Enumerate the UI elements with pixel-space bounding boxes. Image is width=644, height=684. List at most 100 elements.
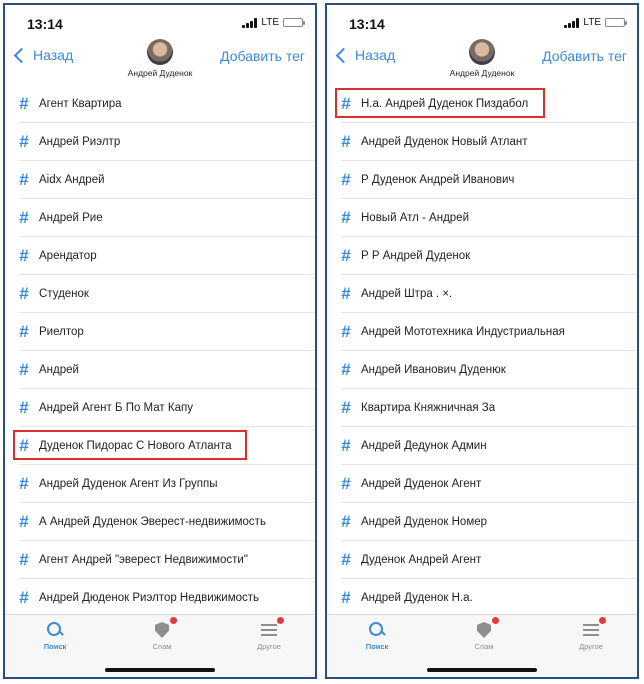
tag-row[interactable]: # Квартира Княжничная За [327, 389, 637, 427]
tag-row[interactable]: # Андрей Дуденок Новый Атлант [327, 123, 637, 161]
tag-label: Андрей Дюденок Риэлтор Недвижимость [39, 592, 260, 604]
hashtag-icon: # [19, 360, 29, 379]
tag-label: Андрей [39, 364, 79, 376]
hashtag-icon: # [19, 284, 29, 303]
tag-label: Андрей Дедунок Админ [361, 440, 487, 452]
add-tag-button[interactable]: Добавить тег [220, 48, 305, 64]
tab-label: Спам [152, 642, 172, 651]
tag-label: Андрей Иванович Дуденюк [361, 364, 506, 376]
status-time: 13:14 [349, 16, 385, 32]
tag-label: Агент Квартира [39, 98, 122, 110]
hashtag-icon: # [341, 588, 351, 607]
add-tag-button[interactable]: Добавить тег [542, 48, 627, 64]
avatar[interactable] [147, 39, 173, 65]
tag-label: Р Р Андрей Дуденок [361, 250, 471, 262]
hashtag-icon: # [19, 322, 29, 341]
tag-row[interactable]: # Андрей Иванович Дуденюк [327, 351, 637, 389]
hashtag-icon: # [19, 512, 29, 531]
tag-row[interactable]: # Aidx Андрей [5, 161, 315, 199]
menu-icon [260, 617, 284, 639]
tag-row-highlighted[interactable]: # Н.а. Андрей Дуденок Пиздабол [327, 85, 637, 123]
tab-spam[interactable]: Спам [454, 617, 514, 651]
tag-row[interactable]: # Андрей Мототехника Индустриальная [327, 313, 637, 351]
tag-row-highlighted[interactable]: # Дуденок Пидорас С Нового Атланта [5, 427, 315, 465]
status-bar: 13:14 LTE [5, 5, 315, 39]
tag-row[interactable]: # Агент Андрей "эверест Недвижимости" [5, 541, 315, 579]
signal-icon [564, 17, 580, 28]
tag-row[interactable]: # Андрей Дюденок Риэлтор Недвижимость [5, 579, 315, 617]
hashtag-icon: # [341, 132, 351, 151]
tab-label: Поиск [365, 642, 389, 651]
tag-row[interactable]: # Арендатор [5, 237, 315, 275]
tab-label: Спам [474, 642, 494, 651]
hashtag-icon: # [341, 322, 351, 341]
tab-other[interactable]: Другое [561, 617, 621, 651]
hashtag-icon: # [341, 474, 351, 493]
hashtag-icon: # [341, 436, 351, 455]
network-label: LTE [261, 17, 279, 28]
battery-icon [283, 18, 305, 27]
hashtag-icon: # [19, 170, 29, 189]
tag-label: Андрей Агент Б По Мат Капу [39, 402, 193, 414]
tab-label: Поиск [43, 642, 67, 651]
tag-label: Дуденок Андрей Агент [361, 554, 482, 566]
tag-label: А Андрей Дуденок Эверест-недвижимость [39, 516, 266, 528]
hashtag-icon: # [341, 512, 351, 531]
hashtag-icon: # [19, 398, 29, 417]
tag-label: Р Дуденок Андрей Иванович [361, 174, 515, 186]
tag-row[interactable]: # Андрей Дуденок Н.а. [327, 579, 637, 617]
tag-list: # Н.а. Андрей Дуденок Пиздабол # Андрей Ду… [327, 85, 637, 617]
hashtag-icon: # [19, 132, 29, 151]
hashtag-icon: # [19, 588, 29, 607]
menu-icon [582, 617, 606, 639]
hashtag-icon: # [341, 284, 351, 303]
tab-other[interactable]: Другое [239, 617, 299, 651]
tag-label: Арендатор [39, 250, 97, 262]
tab-search[interactable]: Поиск [25, 621, 85, 651]
tag-row[interactable]: # Студенок [5, 275, 315, 313]
notification-badge [170, 617, 177, 624]
hashtag-icon: # [341, 246, 351, 265]
tag-row[interactable]: # А Андрей Дуденок Эверест-недвижимость [5, 503, 315, 541]
tag-row[interactable]: # Андрей Риэлтр [5, 123, 315, 161]
tag-row[interactable]: # Андрей Дуденок Агент Из Группы [5, 465, 315, 503]
shield-icon [153, 617, 177, 639]
tag-label: Агент Андрей "эверест Недвижимости" [39, 554, 248, 566]
contact-name: Андрей Дуденок [449, 68, 515, 78]
tag-row[interactable]: # Агент Квартира [5, 85, 315, 123]
signal-icon [242, 17, 258, 28]
tab-search[interactable]: Поиск [347, 621, 407, 651]
phone-screen-left: 13:14 LTE Назад Андрей Дуденок Добавить … [3, 3, 317, 679]
tag-row[interactable]: # Дуденок Андрей Агент [327, 541, 637, 579]
status-bar: 13:14 LTE [327, 5, 637, 39]
tag-row[interactable]: # Андрей Рие [5, 199, 315, 237]
tag-label: Новый Атл - Андрей [361, 212, 470, 224]
network-label: LTE [583, 17, 601, 28]
shield-icon [475, 617, 499, 639]
tag-row[interactable]: # Р Р Андрей Дуденок [327, 237, 637, 275]
tag-row[interactable]: # Андрей [5, 351, 315, 389]
hashtag-icon: # [341, 398, 351, 417]
status-time: 13:14 [27, 16, 63, 32]
tag-row[interactable]: # Андрей Дуденок Номер [327, 503, 637, 541]
tab-spam[interactable]: Спам [132, 617, 192, 651]
tag-row[interactable]: # Андрей Дуденок Агент [327, 465, 637, 503]
tab-bar: Поиск Спам Другое [327, 614, 637, 677]
tag-label: Студенок [39, 288, 89, 300]
tag-row[interactable]: # Риелтор [5, 313, 315, 351]
avatar[interactable] [469, 39, 495, 65]
tag-label: Андрей Штра . ×. [361, 288, 453, 300]
notification-badge [277, 617, 284, 624]
home-indicator [427, 668, 537, 672]
tag-row[interactable]: # Р Дуденок Андрей Иванович [327, 161, 637, 199]
tag-label: Квартира Княжничная За [361, 402, 496, 414]
tag-label: Андрей Рие [39, 212, 103, 224]
tag-row[interactable]: # Андрей Агент Б По Мат Капу [5, 389, 315, 427]
tab-label: Другое [579, 642, 603, 651]
tag-row[interactable]: # Новый Атл - Андрей [327, 199, 637, 237]
tag-label: Н.а. Андрей Дуденок Пиздабол [361, 98, 529, 110]
hashtag-icon: # [19, 436, 29, 455]
tag-row[interactable]: # Андрей Штра . ×. [327, 275, 637, 313]
home-indicator [105, 668, 215, 672]
tag-row[interactable]: # Андрей Дедунок Админ [327, 427, 637, 465]
